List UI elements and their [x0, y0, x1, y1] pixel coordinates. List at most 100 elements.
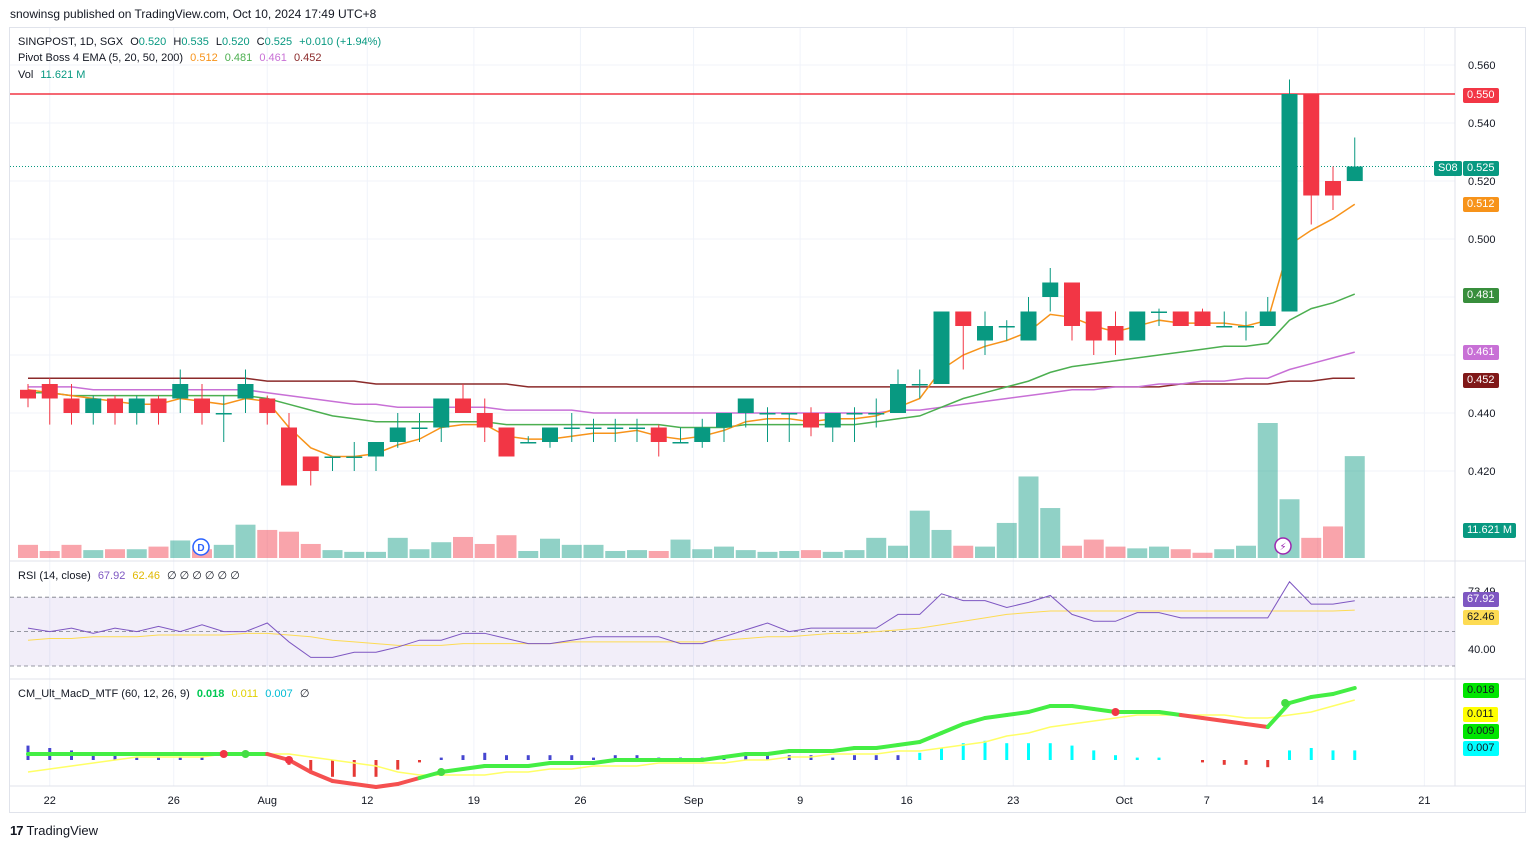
macd-histogram-bar — [940, 748, 943, 760]
hline-price-tag: 0.550 — [1463, 88, 1499, 103]
volume-bar — [61, 544, 82, 558]
volume-bar — [540, 538, 560, 558]
candle-body — [542, 427, 558, 442]
ema50-price-tag: 0.461 — [1463, 345, 1499, 360]
volume-bar — [1257, 423, 1278, 558]
volume-bar — [322, 550, 343, 558]
time-tick-label: 16 — [901, 795, 913, 807]
macd-line-segment — [330, 779, 357, 786]
candle-body — [759, 413, 776, 415]
rsi-legend[interactable]: RSI (14, close) 67.92 62.46 ∅ ∅ ∅ ∅ ∅ ∅ — [18, 569, 244, 582]
ema200-line — [28, 377, 1355, 388]
candle-body — [1303, 94, 1320, 196]
ema-legend[interactable]: Pivot Boss 4 EMA (5, 20, 50, 200) 0.512 … — [18, 52, 325, 64]
candle-body — [433, 398, 450, 428]
macd-cross-dot — [1281, 699, 1290, 707]
macd-histogram-bar — [1222, 760, 1226, 765]
vol-legend[interactable]: Vol 11.621 M — [18, 69, 89, 81]
macd-histogram-bar — [1288, 750, 1291, 760]
macd-histogram-bar — [526, 755, 530, 760]
time-tick-label: 21 — [1418, 795, 1430, 807]
volume-bar — [409, 549, 430, 558]
macd-legend[interactable]: CM_Ult_MacD_MTF (60, 12, 26, 9) 0.018 0.… — [18, 687, 313, 700]
open-value: O0.520 — [130, 36, 167, 48]
volume-bar — [735, 550, 756, 558]
macd-histogram-bar — [135, 757, 139, 760]
macd-value-1: 0.018 — [196, 688, 225, 700]
volume-bar — [866, 537, 887, 558]
time-tick-label: 12 — [361, 795, 373, 807]
volume-bar — [235, 524, 256, 558]
price-tick-label: 0.540 — [1468, 118, 1496, 130]
volume-bar — [996, 522, 1017, 558]
macd-value-2: 0.011 — [231, 688, 259, 700]
macd-line-segment — [461, 764, 487, 771]
earnings-flash-glyph: ⚡ — [1279, 542, 1286, 553]
macd-histogram-bar — [396, 760, 400, 770]
volume-bar — [126, 549, 147, 558]
time-tick-label: 14 — [1312, 795, 1324, 807]
macd-histogram-bar — [1353, 750, 1357, 760]
volume-bar — [300, 543, 321, 558]
candle-body — [368, 442, 384, 457]
candle-body — [955, 311, 972, 326]
volume-bar — [344, 551, 365, 558]
volume-bar — [1236, 545, 1256, 558]
candle-body — [20, 389, 36, 399]
volume-bar — [431, 542, 452, 558]
footer[interactable]: 17 TradingView — [10, 823, 98, 838]
vol-value: 11.621 M — [40, 69, 86, 81]
volume-bar — [714, 546, 734, 558]
volume-bar — [1149, 546, 1169, 558]
macd-histogram-bar — [178, 757, 182, 760]
volume-bar — [779, 550, 800, 558]
macd-tag-2: 0.011 — [1463, 707, 1498, 722]
volume-bar — [170, 540, 191, 558]
volume-bar — [757, 551, 778, 558]
volume-bar — [1018, 476, 1039, 558]
candle-body — [803, 413, 819, 428]
macd-line-segment — [765, 749, 792, 756]
macd-histogram-bar — [1092, 750, 1096, 760]
volume-bar — [366, 551, 386, 558]
volume-bar — [1170, 549, 1191, 558]
macd-histogram-bar — [483, 752, 487, 760]
candle-body — [824, 413, 841, 428]
macd-line-segment — [830, 746, 857, 753]
macd-histogram-bar — [1114, 755, 1117, 760]
rsi-ma-price-tag: 62.46 — [1463, 610, 1499, 625]
candle-body — [302, 456, 319, 471]
candle-body — [259, 398, 276, 413]
ema50-value: 0.461 — [259, 52, 287, 64]
close-value: C0.525 — [256, 36, 293, 48]
candle-body — [1020, 311, 1037, 341]
macd-histogram-bar — [983, 740, 987, 760]
volume-bar — [1214, 549, 1235, 558]
symbol-label[interactable]: SINGPOST, 1D, SGX — [18, 36, 123, 48]
time-tick-label: 19 — [468, 795, 480, 807]
candle-body — [215, 413, 232, 415]
ema20-price-tag: 0.481 — [1463, 288, 1499, 303]
candle-body — [1042, 282, 1059, 297]
candle-body — [1129, 311, 1146, 341]
volume-bar — [1062, 545, 1082, 558]
candle-body — [346, 456, 363, 458]
volume-bar — [83, 550, 104, 558]
time-tick-label: 9 — [797, 795, 803, 807]
volume-bar — [496, 535, 517, 558]
ema-title: Pivot Boss 4 EMA (5, 20, 50, 200) — [18, 52, 184, 64]
macd-line-segment — [395, 776, 422, 786]
time-tick-label: 7 — [1204, 795, 1210, 807]
ema5-value: 0.512 — [190, 52, 218, 64]
price-tick-label: 0.440 — [1468, 408, 1496, 420]
volume-bar — [822, 551, 843, 558]
candle-body — [1346, 166, 1363, 181]
rsi-ma-value: 62.46 — [132, 570, 160, 582]
volume-bar — [801, 550, 821, 558]
candle-body — [1281, 94, 1298, 312]
chart-canvas[interactable]: 0.5600.5400.5200.5000.4800.4600.4400.420… — [0, 0, 1536, 849]
macd-line-segment — [917, 731, 944, 744]
candle-body — [520, 442, 537, 444]
macd-histogram-bar — [853, 755, 856, 760]
time-tick-label: 26 — [168, 795, 180, 807]
